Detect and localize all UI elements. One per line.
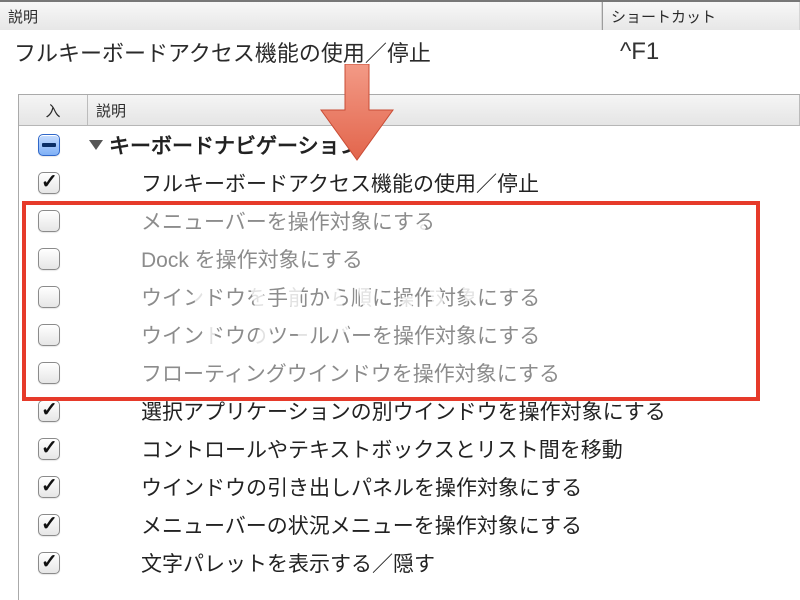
item-label: フルキーボードアクセス機能の使用／停止 bbox=[141, 168, 539, 198]
list-item[interactable]: Dock を操作対象にする bbox=[19, 240, 800, 278]
item-label: ウインドウの引き出しパネルを操作対象にする bbox=[141, 472, 582, 502]
group-checkbox[interactable] bbox=[38, 134, 60, 156]
list-item[interactable]: フローティングウインドウを操作対象にする bbox=[19, 354, 800, 392]
shortcut-list-panel: 入 説明 キーボードナビゲーション フルキーボードアクセス機能の使用／停止メニュ… bbox=[18, 94, 800, 600]
list-item[interactable]: フルキーボードアクセス機能の使用／停止 bbox=[19, 164, 800, 202]
item-label: Dock を操作対象にする bbox=[141, 244, 363, 274]
item-checkbox[interactable] bbox=[38, 514, 60, 536]
item-checkbox[interactable] bbox=[38, 438, 60, 460]
outer-column-header: 説明 ショートカット bbox=[0, 0, 800, 30]
outer-row[interactable]: フルキーボードアクセス機能の使用／停止 ^F1 bbox=[0, 30, 800, 74]
shortcut-rows: キーボードナビゲーション フルキーボードアクセス機能の使用／停止メニューバーを操… bbox=[19, 126, 800, 582]
list-item[interactable]: ウインドウを手前から順に操作対象にする bbox=[19, 278, 800, 316]
list-item[interactable]: ウインドウの引き出しパネルを操作対象にする bbox=[19, 468, 800, 506]
item-label: ウインドウを手前から順に操作対象にする bbox=[141, 282, 540, 312]
inner-column-header: 入 説明 bbox=[19, 95, 800, 126]
item-label: コントロールやテキストボックスとリスト間を移動 bbox=[141, 434, 623, 464]
item-checkbox[interactable] bbox=[38, 248, 60, 270]
item-label: メニューバーを操作対象にする bbox=[141, 206, 435, 236]
item-label: 文字パレットを表示する／隠す bbox=[141, 548, 435, 578]
item-label: メニューバーの状況メニューを操作対象にする bbox=[141, 510, 582, 540]
inner-header-description[interactable]: 説明 bbox=[88, 95, 800, 125]
list-item[interactable]: ウインドウのツールバーを操作対象にする bbox=[19, 316, 800, 354]
list-item[interactable]: コントロールやテキストボックスとリスト間を移動 bbox=[19, 430, 800, 468]
item-checkbox[interactable] bbox=[38, 476, 60, 498]
list-item[interactable]: 文字パレットを表示する／隠す bbox=[19, 544, 800, 582]
list-item[interactable]: 選択アプリケーションの別ウインドウを操作対象にする bbox=[19, 392, 800, 430]
item-label: フローティングウインドウを操作対象にする bbox=[141, 358, 560, 388]
item-checkbox[interactable] bbox=[38, 552, 60, 574]
outer-row-shortcut: ^F1 bbox=[620, 38, 800, 66]
item-checkbox[interactable] bbox=[38, 172, 60, 194]
item-label: ウインドウのツールバーを操作対象にする bbox=[141, 320, 540, 350]
list-item[interactable]: メニューバーを操作対象にする bbox=[19, 202, 800, 240]
outer-header-shortcut[interactable]: ショートカット bbox=[602, 2, 800, 30]
item-label: 選択アプリケーションの別ウインドウを操作対象にする bbox=[141, 396, 666, 426]
item-checkbox[interactable] bbox=[38, 286, 60, 308]
item-checkbox[interactable] bbox=[38, 362, 60, 384]
item-checkbox[interactable] bbox=[38, 400, 60, 422]
group-row[interactable]: キーボードナビゲーション bbox=[19, 126, 800, 164]
inner-header-enabled[interactable]: 入 bbox=[19, 95, 88, 125]
outer-header-description[interactable]: 説明 bbox=[0, 2, 602, 30]
item-checkbox[interactable] bbox=[38, 210, 60, 232]
group-label: キーボードナビゲーション bbox=[109, 130, 361, 160]
disclosure-triangle-icon[interactable] bbox=[89, 140, 103, 150]
outer-row-description: フルキーボードアクセス機能の使用／停止 bbox=[0, 36, 620, 68]
item-checkbox[interactable] bbox=[38, 324, 60, 346]
list-item[interactable]: メニューバーの状況メニューを操作対象にする bbox=[19, 506, 800, 544]
